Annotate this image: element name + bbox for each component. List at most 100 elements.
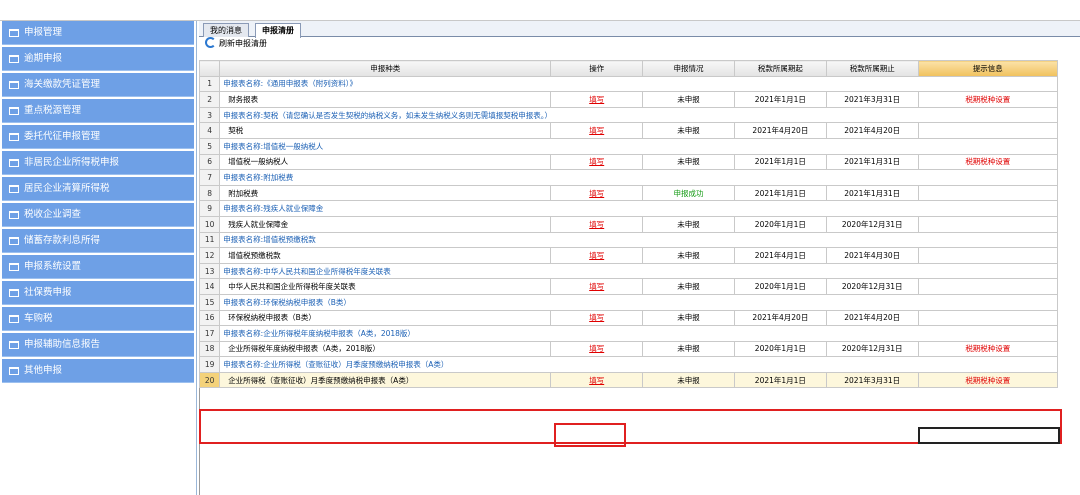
table-section-row[interactable]: 11 申报表名称:增值税预缴税款 xyxy=(198,231,1058,249)
fill-link[interactable]: 填写 xyxy=(589,126,604,135)
folder-icon xyxy=(9,133,19,141)
table-row[interactable]: 6 增值税一般纳税人 填写 未申报 2021年1月1日 2021年1月31日 税期税种设置 xyxy=(198,153,1059,171)
hint-cell[interactable]: 税期税种设置 xyxy=(917,340,1059,358)
declaration-name: 企业所得税（查账征收）月季度预缴纳税申报表（A类） xyxy=(219,371,552,389)
hint-cell[interactable]: 税期税种设置 xyxy=(917,91,1059,108)
operation-cell: 填写 xyxy=(550,371,644,389)
sidebar-item[interactable]: 申报辅助信息报告 xyxy=(2,333,194,357)
fill-link[interactable]: 填写 xyxy=(589,282,604,291)
sidebar-item[interactable]: 社保费申报 xyxy=(2,281,194,305)
table-header-row: 申报种类 操作 申报情况 税款所属期起 税款所属期止 提示信息 xyxy=(198,60,1059,77)
row-index: 3 xyxy=(198,106,221,124)
status-cell: 申报成功 xyxy=(642,184,735,202)
sidebar-item[interactable]: 申报系统设置 xyxy=(2,255,194,279)
tab-bar: 我的消息 申报清册 xyxy=(199,21,1080,38)
operation-cell: 填写 xyxy=(550,91,644,108)
table-row[interactable]: 8 附加税费 填写 申报成功 2021年1月1日 2021年1月31日 xyxy=(198,184,1059,202)
declaration-name: 增值税一般纳税人 xyxy=(219,153,552,171)
folder-icon xyxy=(9,237,19,245)
period-end-cell: 2021年4月20日 xyxy=(825,309,919,327)
row-index: 18 xyxy=(198,340,221,358)
period-end-cell: 2021年3月31日 xyxy=(825,371,919,389)
sidebar-item[interactable]: 其他申报 xyxy=(2,359,194,383)
fill-link[interactable]: 填写 xyxy=(589,376,604,385)
highlight-box-rows xyxy=(199,409,1062,444)
period-start-cell: 2021年4月20日 xyxy=(733,122,827,139)
table-row[interactable]: 10 残疾人就业保障金 填写 未申报 2020年1月1日 2020年12月31日 xyxy=(198,215,1059,233)
table-section-row[interactable]: 3 申报表名称:契税（请您确认是否发生契税的纳税义务，如未发生纳税义务则无需填报契… xyxy=(198,106,1058,124)
table-row[interactable]: 20 企业所得税（查账征收）月季度预缴纳税申报表（A类） 填写 未申报 2021年1月1… xyxy=(198,371,1059,389)
header-hint[interactable]: 提示信息 xyxy=(917,60,1059,77)
folder-icon xyxy=(9,263,19,271)
table-row[interactable]: 18 企业所得税年度纳税申报表（A类，2018版） 填写 未申报 2020年1月1日 20… xyxy=(198,340,1059,358)
table-row[interactable]: 16 环保税纳税申报表（B类） 填写 未申报 2021年4月20日 2021年4月20日 xyxy=(198,309,1059,327)
refresh-button[interactable]: 刷新申报清册 xyxy=(205,37,267,48)
period-end-cell: 2021年4月30日 xyxy=(825,247,919,264)
declaration-name: 环保税纳税申报表（B类） xyxy=(219,309,552,327)
header-period-start[interactable]: 税款所属期起 xyxy=(733,60,827,77)
table-section-row[interactable]: 17 申报表名称:企业所得税年度纳税申报表（A类，2018版） xyxy=(198,325,1058,342)
main-panel: 我的消息 申报清册 刷新申报清册 申报种类 操作 申报情况 税款所属期起 税款所… xyxy=(198,21,1080,495)
fill-link[interactable]: 填写 xyxy=(589,157,604,166)
fill-link[interactable]: 填写 xyxy=(589,220,604,229)
period-end-cell: 2020年12月31日 xyxy=(825,215,919,233)
table-row[interactable]: 4 契税 填写 未申报 2021年4月20日 2021年4月20日 xyxy=(198,122,1059,139)
table-row[interactable]: 14 中华人民共和国企业所得税年度关联表 填写 未申报 2020年1月1日 2020年12… xyxy=(198,278,1059,295)
table-section-row[interactable]: 9 申报表名称:残疾人就业保障金 xyxy=(198,200,1058,217)
section-title: 申报表名称:中华人民共和国企业所得税年度关联表 xyxy=(219,262,1058,280)
row-index: 16 xyxy=(198,309,221,327)
status-cell: 未申报 xyxy=(642,278,735,295)
hint-cell xyxy=(917,247,1059,264)
tab-declaration-list[interactable]: 申报清册 xyxy=(255,23,301,38)
sidebar-item[interactable]: 委托代征申报管理 xyxy=(2,125,194,149)
fill-link[interactable]: 填写 xyxy=(589,189,604,198)
header-operation[interactable]: 操作 xyxy=(550,60,644,77)
sidebar-item-label: 居民企业清算所得税 xyxy=(24,183,110,194)
sidebar-item[interactable]: 储蓄存款利息所得 xyxy=(2,229,194,253)
header-period-end[interactable]: 税款所属期止 xyxy=(825,60,919,77)
hint-cell[interactable]: 税期税种设置 xyxy=(917,371,1059,389)
sidebar-item[interactable]: 非居民企业所得税申报 xyxy=(2,151,194,175)
header-kind[interactable]: 申报种类 xyxy=(219,60,552,77)
table-section-row[interactable]: 13 申报表名称:中华人民共和国企业所得税年度关联表 xyxy=(198,262,1058,280)
table-section-row[interactable]: 1 申报表名称:《通用申报表（附列资料）》 xyxy=(198,75,1058,93)
hint-cell[interactable]: 税期税种设置 xyxy=(917,153,1059,171)
period-end-cell: 2021年3月31日 xyxy=(825,91,919,108)
sidebar-item-label: 非居民企业所得税申报 xyxy=(24,157,120,168)
fill-link[interactable]: 填写 xyxy=(589,313,604,322)
row-index: 15 xyxy=(198,293,221,311)
fill-link[interactable]: 填写 xyxy=(589,95,604,104)
declaration-name: 附加税费 xyxy=(219,184,552,202)
section-title: 申报表名称:残疾人就业保障金 xyxy=(219,200,1058,217)
header-status[interactable]: 申报情况 xyxy=(642,60,735,77)
fill-link[interactable]: 填写 xyxy=(589,251,604,260)
refresh-label: 刷新申报清册 xyxy=(219,39,267,48)
sidebar-item[interactable]: 重点税源管理 xyxy=(2,99,194,123)
period-start-cell: 2020年1月1日 xyxy=(733,278,827,295)
row-index: 7 xyxy=(198,169,221,186)
tab-my-messages[interactable]: 我的消息 xyxy=(203,23,249,37)
row-index: 8 xyxy=(198,184,221,202)
period-start-cell: 2021年1月1日 xyxy=(733,184,827,202)
sidebar-item[interactable]: 申报管理 xyxy=(2,21,194,45)
table-row[interactable]: 12 增值税预缴税款 填写 未申报 2021年4月1日 2021年4月30日 xyxy=(198,247,1059,264)
sidebar-item-label: 税收企业调查 xyxy=(24,209,82,220)
table-section-row[interactable]: 19 申报表名称:企业所得税（查账征收）月季度预缴纳税申报表（A类） xyxy=(198,356,1058,373)
sidebar-item[interactable]: 税收企业调查 xyxy=(2,203,194,227)
row-index: 5 xyxy=(198,137,221,155)
sidebar-item[interactable]: 海关缴款凭证管理 xyxy=(2,73,194,97)
table-section-row[interactable]: 5 申报表名称:增值税一般纳税人 xyxy=(198,137,1058,155)
sidebar-item[interactable]: 车购税 xyxy=(2,307,194,331)
folder-icon xyxy=(9,185,19,193)
sidebar-item-label: 车购税 xyxy=(24,313,53,324)
sidebar-item[interactable]: 逾期申报 xyxy=(2,47,194,71)
fill-link[interactable]: 填写 xyxy=(589,344,604,353)
row-index: 20 xyxy=(198,371,221,389)
status-cell: 未申报 xyxy=(642,371,735,389)
sidebar-item[interactable]: 居民企业清算所得税 xyxy=(2,177,194,201)
row-index: 2 xyxy=(198,91,221,108)
table-section-row[interactable]: 15 申报表名称:环保税纳税申报表（B类） xyxy=(198,293,1058,311)
status-cell: 未申报 xyxy=(642,340,735,358)
table-section-row[interactable]: 7 申报表名称:附加税费 xyxy=(198,169,1058,186)
table-row[interactable]: 2 财务报表 填写 未申报 2021年1月1日 2021年3月31日 税期税种设置 xyxy=(198,91,1059,108)
